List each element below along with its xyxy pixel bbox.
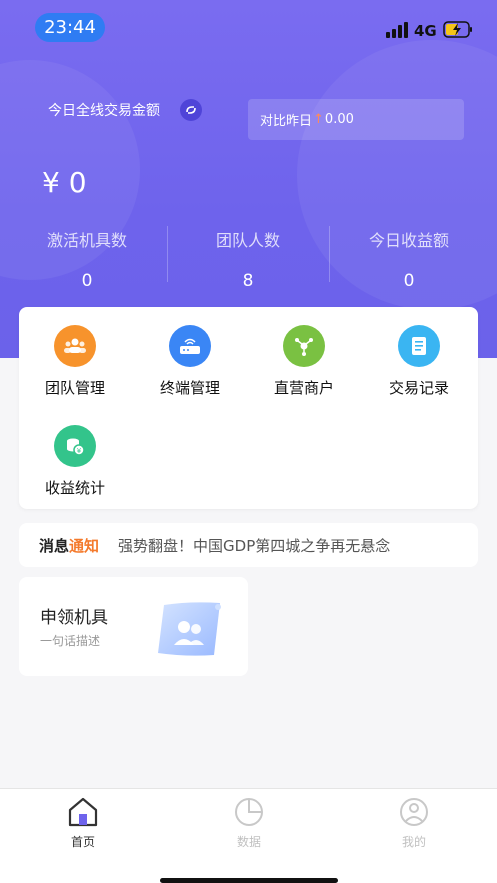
up-arrow-icon: ↑ xyxy=(313,112,324,127)
team-icon xyxy=(54,325,96,367)
menu-earnings-stats[interactable]: ¥ 收益统计 xyxy=(25,425,125,498)
menu-label: 直营商户 xyxy=(273,379,334,397)
apply-subtitle: 一句话描述 xyxy=(40,634,101,648)
menu-label: 团队管理 xyxy=(44,379,105,397)
stat-value: 0 xyxy=(403,271,415,291)
stat-today-earnings[interactable]: 今日收益额 0 xyxy=(326,222,492,291)
signal-icon xyxy=(386,22,408,38)
stat-value: 0 xyxy=(81,271,93,291)
stat-label: 团队人数 xyxy=(215,231,280,250)
earnings-icon: ¥ xyxy=(54,425,96,467)
notice-tag: 消息通知 xyxy=(39,535,99,556)
compare-label: 对比昨日 xyxy=(260,114,313,129)
compare-yesterday: 对比昨日 ↑ 0.00 xyxy=(248,99,464,140)
pie-chart-icon xyxy=(235,798,263,826)
network-label: 4G xyxy=(414,22,437,40)
total-amount: ¥ 0 xyxy=(42,166,87,199)
battery-charging-icon xyxy=(443,21,472,38)
svg-text:¥: ¥ xyxy=(77,447,82,455)
merchant-icon xyxy=(283,325,325,367)
menu-team-management[interactable]: 团队管理 xyxy=(25,325,125,398)
user-icon xyxy=(400,798,428,826)
status-time: 23:44 xyxy=(35,13,105,42)
tab-profile[interactable]: 我的 xyxy=(359,797,469,850)
tab-home[interactable]: 首页 xyxy=(28,797,138,850)
menu-card: 团队管理 终端管理 直营商户 交易记录 ¥ 收益统计 xyxy=(19,307,478,509)
menu-terminal-management[interactable]: 终端管理 xyxy=(140,325,240,398)
stat-activated-devices[interactable]: 激活机具数 0 xyxy=(4,222,170,291)
tab-label: 数据 xyxy=(236,835,261,849)
record-icon xyxy=(398,325,440,367)
stats-row: 激活机具数 0 团队人数 8 今日收益额 0 xyxy=(0,222,497,292)
apply-illustration-icon xyxy=(158,602,221,656)
today-amount-title: 今日全线交易金额 xyxy=(48,103,160,119)
header-panel: 23:44 4G 今日全线交易金额 对比昨日 ↑ 0.00 ¥ 0 激活机具数 … xyxy=(0,0,497,358)
tab-label: 我的 xyxy=(401,835,426,849)
menu-direct-merchants[interactable]: 直营商户 xyxy=(254,325,354,398)
menu-transaction-records[interactable]: 交易记录 xyxy=(369,325,469,398)
tab-label: 首页 xyxy=(70,835,95,849)
menu-label: 终端管理 xyxy=(159,379,220,397)
notice-bar[interactable]: 消息通知 强势翻盘！中国GDP第四城之争再无悬念 xyxy=(19,523,478,567)
menu-label: 收益统计 xyxy=(44,479,105,497)
home-icon xyxy=(68,797,98,827)
home-indicator xyxy=(160,878,338,883)
stat-value: 8 xyxy=(242,271,254,291)
stat-label: 激活机具数 xyxy=(46,231,127,250)
apply-device-card[interactable]: 申领机具 一句话描述 xyxy=(19,577,248,676)
notice-tag-b: 通知 xyxy=(69,536,100,555)
notice-tag-a: 消息 xyxy=(39,536,70,555)
toggle-visibility-icon[interactable] xyxy=(180,99,202,121)
tab-data[interactable]: 数据 xyxy=(194,797,304,850)
compare-value: 0.00 xyxy=(324,112,354,127)
tab-bar: 首页 数据 我的 xyxy=(0,788,497,883)
terminal-icon xyxy=(169,325,211,367)
stat-team-members[interactable]: 团队人数 8 xyxy=(165,222,331,291)
stat-label: 今日收益额 xyxy=(368,231,449,250)
menu-label: 交易记录 xyxy=(388,379,449,397)
notice-message[interactable]: 强势翻盘！中国GDP第四城之争再无悬念 xyxy=(118,535,390,556)
apply-title: 申领机具 xyxy=(40,608,108,628)
